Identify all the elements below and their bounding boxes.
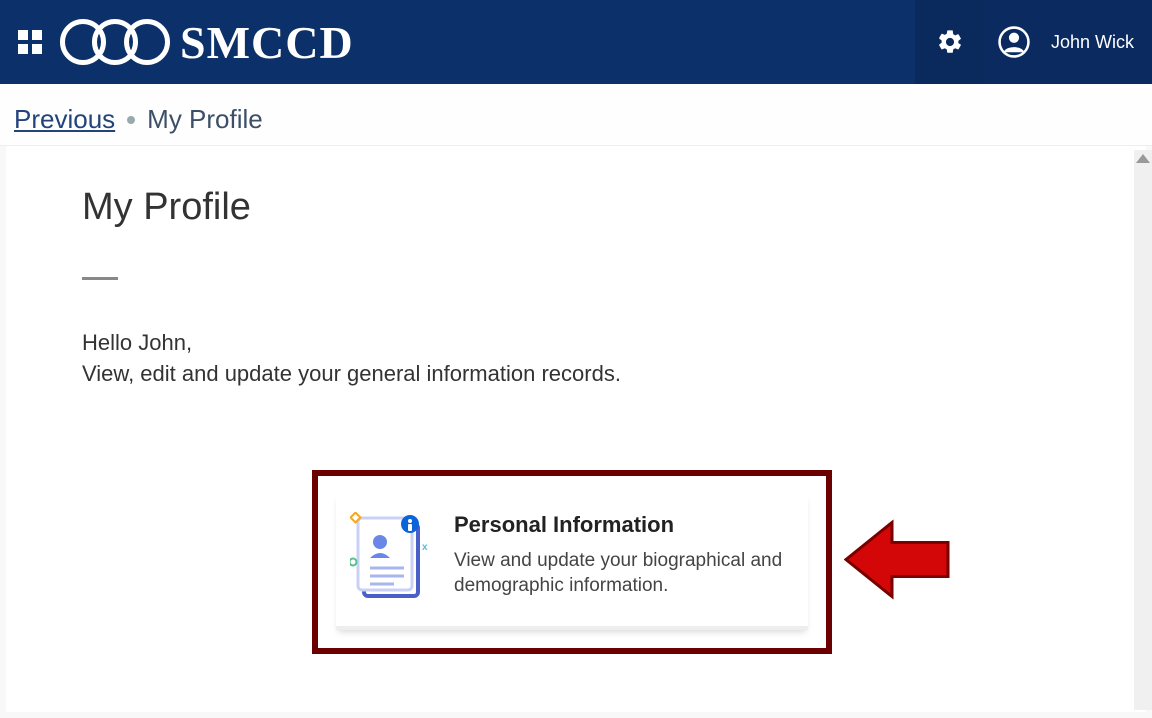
apps-menu-button[interactable] bbox=[0, 0, 60, 84]
user-name[interactable]: John Wick bbox=[1043, 0, 1152, 84]
greeting-line1: Hello John, bbox=[82, 328, 1070, 359]
avatar-icon bbox=[997, 25, 1031, 59]
annotation-arrow bbox=[844, 514, 954, 609]
header-right: John Wick bbox=[915, 0, 1152, 84]
card-description: View and update your biographical and de… bbox=[454, 548, 794, 599]
breadcrumb-separator-icon bbox=[127, 116, 135, 124]
greeting-text: Hello John, View, edit and update your g… bbox=[82, 328, 1070, 390]
settings-button[interactable] bbox=[915, 0, 985, 84]
breadcrumb-previous-link[interactable]: Previous bbox=[14, 104, 115, 135]
profile-button[interactable] bbox=[985, 0, 1043, 84]
card-title: Personal Information bbox=[454, 512, 794, 538]
scroll-up-icon bbox=[1136, 154, 1150, 163]
apps-grid-icon bbox=[18, 30, 42, 54]
breadcrumb-current: My Profile bbox=[147, 104, 263, 135]
logo[interactable]: SMCCD bbox=[60, 16, 915, 69]
logo-rings-icon bbox=[60, 19, 170, 65]
app-header: SMCCD John Wick bbox=[0, 0, 1152, 84]
title-divider bbox=[82, 277, 118, 280]
profile-document-icon: x bbox=[350, 512, 436, 608]
greeting-line2: View, edit and update your general infor… bbox=[82, 359, 1070, 390]
card-icon-wrap: x bbox=[350, 512, 436, 608]
main-content: My Profile Hello John, View, edit and up… bbox=[6, 146, 1146, 712]
svg-text:x: x bbox=[422, 542, 428, 553]
personal-information-card[interactable]: x Personal Information View and update y… bbox=[336, 494, 808, 630]
annotation-highlight-box: x Personal Information View and update y… bbox=[312, 470, 832, 654]
card-body: Personal Information View and update you… bbox=[454, 512, 794, 608]
gear-icon bbox=[936, 28, 964, 56]
breadcrumb: Previous My Profile bbox=[0, 84, 1152, 146]
page-title: My Profile bbox=[82, 186, 1070, 229]
left-arrow-icon bbox=[844, 514, 954, 604]
logo-text: SMCCD bbox=[180, 16, 354, 69]
scrollbar[interactable] bbox=[1134, 150, 1152, 710]
